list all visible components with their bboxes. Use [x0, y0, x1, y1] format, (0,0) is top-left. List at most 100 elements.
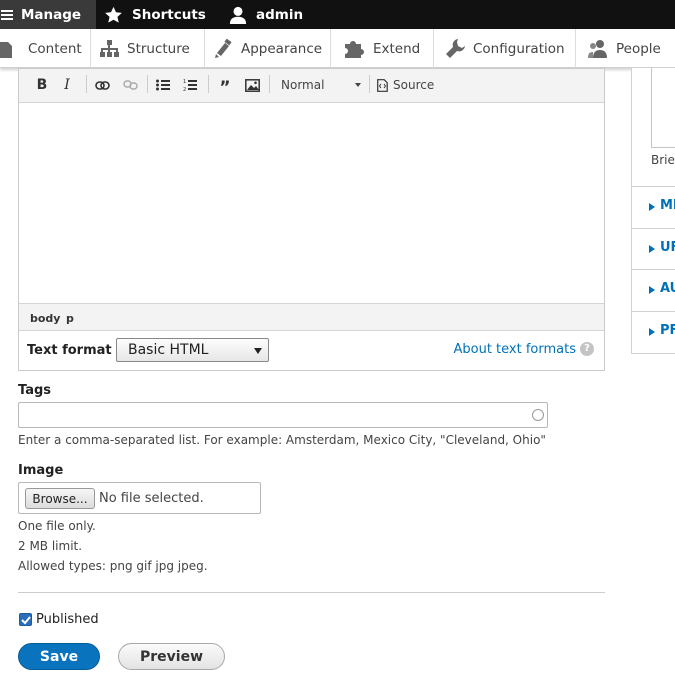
browse-button[interactable]: Browse... — [25, 488, 95, 509]
tags-label: Tags — [18, 383, 52, 398]
image-button[interactable] — [244, 74, 260, 96]
about-text-formats-link[interactable]: About text formats — [453, 342, 576, 357]
svg-text:1: 1 — [183, 79, 186, 85]
tags-description: Enter a comma-separated list. For exampl… — [18, 433, 546, 447]
toolbar-divider — [147, 75, 148, 93]
menu-icon — [1, 9, 13, 21]
heading-format-dropdown[interactable]: Normal — [281, 74, 361, 96]
link-button[interactable] — [94, 74, 110, 96]
svg-text:2: 2 — [183, 87, 186, 92]
editor-content-area[interactable] — [19, 103, 604, 303]
tray-item-label: Appearance — [241, 40, 323, 57]
published-label[interactable]: Published — [36, 612, 99, 627]
paintbrush-icon — [215, 39, 232, 58]
section-label: UF — [660, 240, 675, 255]
file-status: No file selected. — [99, 491, 204, 506]
tray-item-label: People — [616, 40, 661, 57]
tray-item-extend[interactable]: Extend — [331, 29, 434, 68]
summary-textarea[interactable] — [651, 68, 675, 148]
numbered-list-icon: 12 — [183, 79, 197, 92]
triangle-right-icon — [649, 245, 655, 253]
section-label: AU — [660, 281, 675, 296]
puzzle-icon — [345, 41, 364, 58]
divider — [18, 592, 605, 593]
autocomplete-icon — [532, 409, 544, 421]
toolbar-divider — [208, 75, 209, 93]
source-label: Source — [393, 78, 435, 92]
chevron-down-icon — [254, 348, 262, 354]
tags-input[interactable] — [18, 402, 548, 428]
bold-button[interactable]: B — [35, 74, 49, 96]
admin-toolbar: Manage Shortcuts admin — [0, 0, 675, 29]
text-format-select[interactable]: Basic HTML — [116, 338, 269, 362]
italic-icon: I — [64, 77, 70, 93]
text-format-value: Basic HTML — [128, 342, 209, 358]
link-icon — [94, 80, 110, 90]
people-icon — [588, 40, 607, 58]
path-body[interactable]: body — [30, 312, 60, 325]
summary-description: Brie — [651, 153, 675, 167]
save-button[interactable]: Save — [18, 643, 100, 670]
blockquote-button[interactable]: ” — [217, 74, 233, 98]
triangle-right-icon — [649, 286, 655, 294]
tray-item-appearance[interactable]: Appearance — [205, 29, 331, 68]
sidebar-section-menu[interactable]: MI — [632, 186, 675, 227]
toolbar-divider — [369, 75, 370, 93]
manage-tab[interactable]: Manage — [0, 0, 96, 29]
image-icon — [244, 78, 260, 92]
sidebar-section-author[interactable]: AU — [632, 269, 675, 310]
triangle-right-icon — [649, 328, 655, 336]
image-file-input[interactable]: Browse... No file selected. — [18, 482, 261, 514]
preview-button[interactable]: Preview — [118, 643, 225, 670]
section-label: MI — [660, 198, 675, 213]
wrench-icon — [446, 39, 465, 58]
italic-button[interactable]: I — [61, 74, 73, 96]
chevron-down-icon — [355, 83, 361, 87]
path-p[interactable]: p — [66, 312, 74, 325]
text-format-label: Text format — [27, 343, 112, 358]
section-label: PF — [660, 323, 675, 338]
image-help-types: Allowed types: png gif jpg jpeg. — [18, 559, 208, 573]
body-editor: B I 12 ” Normal Source body p Text forma… — [18, 68, 605, 371]
user-tab[interactable]: admin — [229, 0, 303, 29]
help-icon[interactable]: ? — [580, 342, 594, 356]
admin-tray: Content Structure Appearance Extend Conf… — [0, 29, 675, 68]
tray-item-content[interactable]: Content — [0, 29, 91, 68]
tray-item-label: Content — [28, 40, 82, 57]
toolbar-divider — [86, 75, 87, 93]
blockquote-icon: ” — [219, 77, 231, 98]
structure-icon — [100, 40, 119, 57]
text-format-row: Text format Basic HTML About text format… — [19, 331, 604, 370]
checkmark-icon — [21, 616, 31, 625]
user-icon — [229, 6, 247, 24]
sidebar-section-url[interactable]: UF — [632, 228, 675, 269]
source-icon — [377, 78, 388, 92]
image-help-size: 2 MB limit. — [18, 539, 83, 553]
tray-item-configuration[interactable]: Configuration — [434, 29, 576, 68]
tray-item-label: Configuration — [473, 40, 565, 57]
shortcuts-label: Shortcuts — [132, 6, 206, 23]
tray-item-structure[interactable]: Structure — [91, 29, 205, 68]
unlink-icon — [122, 80, 138, 90]
editor-toolbar: B I 12 ” Normal Source — [19, 69, 604, 103]
star-icon — [105, 6, 122, 23]
bulleted-list-button[interactable] — [156, 74, 170, 96]
toolbar-divider — [269, 75, 270, 93]
numbered-list-button[interactable]: 12 — [183, 74, 197, 96]
tray-item-label: Extend — [373, 40, 421, 57]
triangle-right-icon — [649, 203, 655, 211]
unlink-button[interactable] — [122, 74, 138, 96]
tray-item-label: Structure — [127, 40, 190, 57]
meta-sidebar: Brie MI UF AU PF — [631, 68, 675, 354]
source-button[interactable]: Source — [377, 74, 434, 96]
sidebar-section-promotion[interactable]: PF — [632, 311, 675, 352]
image-label: Image — [18, 463, 64, 478]
page-icon — [0, 41, 12, 58]
manage-label: Manage — [21, 6, 82, 23]
user-label: admin — [256, 6, 304, 23]
bold-icon: B — [36, 77, 48, 93]
shortcuts-tab[interactable]: Shortcuts — [104, 0, 206, 29]
published-checkbox[interactable] — [19, 613, 32, 626]
tray-item-people[interactable]: People — [576, 29, 675, 68]
bulleted-list-icon — [156, 79, 170, 91]
